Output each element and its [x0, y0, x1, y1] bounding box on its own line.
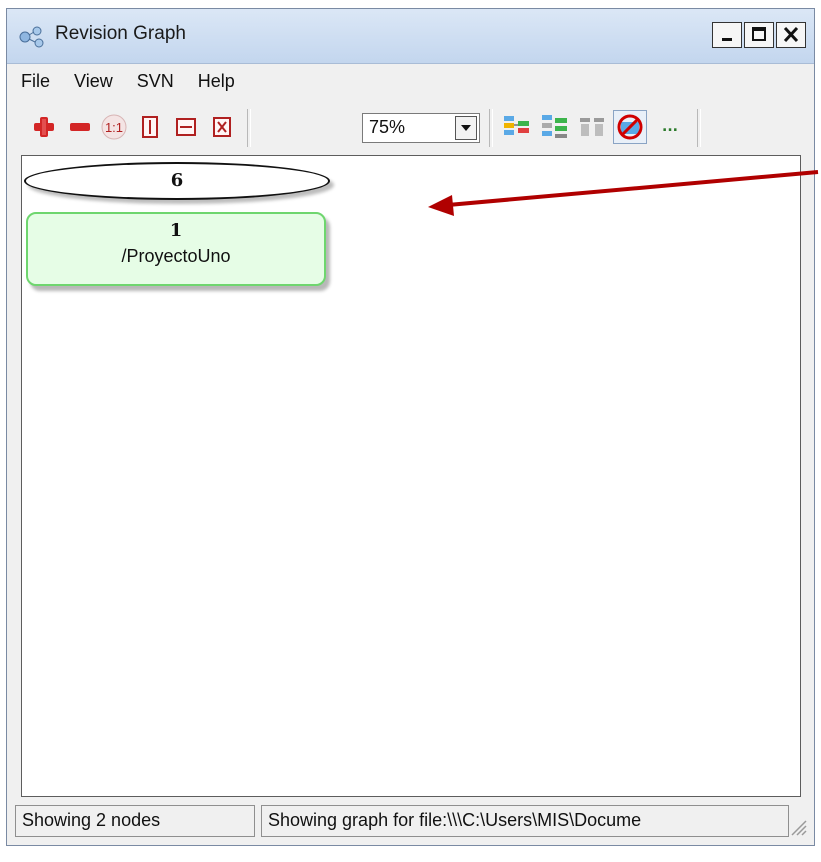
annotation-arrow-icon: [428, 170, 819, 216]
